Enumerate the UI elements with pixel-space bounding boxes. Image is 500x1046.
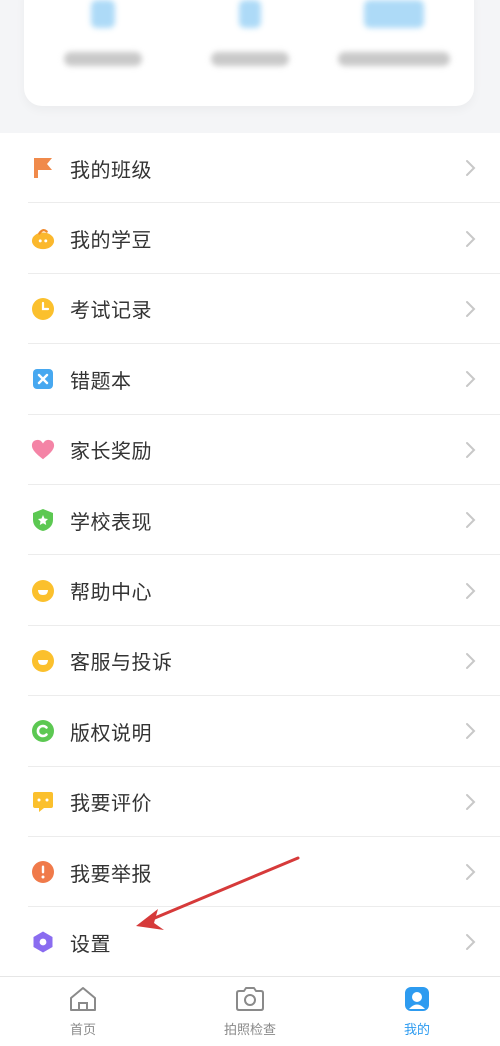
stat-1-label-blurred [64,52,142,66]
menu-label: 家长奖励 [70,439,152,464]
stats-card [24,0,474,106]
chevron-right-icon [466,652,476,669]
menu-label: 错题本 [70,368,132,393]
service-icon [31,649,55,673]
tab-photo-check[interactable]: 拍照检查 [190,985,310,1038]
menu-list: 我的班级 我的学豆 考试记录 错题本 家长奖励 学校表现 帮助中心 客服与投诉 … [0,133,500,978]
stat-2[interactable] [190,0,310,66]
stat-1-value-blurred [91,0,115,28]
menu-label: 版权说明 [70,720,152,745]
menu-item-settings[interactable]: 设置 [0,907,500,977]
chevron-right-icon [466,864,476,881]
stat-2-value-blurred [239,0,261,28]
menu-item-copyright[interactable]: 版权说明 [0,696,500,767]
menu-label: 我的学豆 [70,228,152,253]
chevron-right-icon [466,512,476,529]
error-book-icon [31,367,55,391]
menu-label: 我要举报 [70,861,152,886]
menu-label: 我的班级 [70,157,152,182]
menu-item-school-performance[interactable]: 学校表现 [0,485,500,556]
chevron-right-icon [466,793,476,810]
menu-label: 考试记录 [70,298,152,323]
menu-item-customer-service[interactable]: 客服与投诉 [0,626,500,697]
menu-label: 学校表现 [70,509,152,534]
chevron-right-icon [466,934,476,951]
report-icon [31,860,55,884]
tab-label: 拍照检查 [223,1023,276,1038]
tab-label: 我的 [403,1023,430,1038]
tab-mine[interactable]: 我的 [357,985,477,1038]
stat-3-value-blurred [364,0,424,28]
chevron-right-icon [466,230,476,247]
home-icon [70,987,96,1011]
stat-3[interactable] [334,0,454,66]
flag-icon [31,156,55,180]
chevron-right-icon [466,441,476,458]
menu-item-exam-records[interactable]: 考试记录 [0,274,500,345]
chevron-right-icon [466,582,476,599]
menu-label: 我要评价 [70,791,152,816]
menu-label: 客服与投诉 [70,650,173,675]
menu-item-rate-us[interactable]: 我要评价 [0,767,500,838]
help-icon [31,579,55,603]
camera-icon [236,987,264,1011]
chevron-right-icon [466,723,476,740]
menu-item-report[interactable]: 我要举报 [0,837,500,908]
comment-icon [31,790,55,814]
tab-home[interactable]: 首页 [23,985,143,1038]
menu-label: 设置 [70,931,111,956]
bottom-nav: 首页 拍照检查 我的 [0,976,500,1046]
stat-3-label-blurred [338,52,450,66]
heart-icon [31,438,55,462]
stat-1[interactable] [43,0,163,66]
chevron-right-icon [466,300,476,317]
bean-icon [31,227,55,251]
menu-item-parent-rewards[interactable]: 家长奖励 [0,415,500,486]
menu-label: 帮助中心 [70,580,152,605]
menu-item-help-center[interactable]: 帮助中心 [0,555,500,627]
chevron-right-icon [466,160,476,177]
copyright-icon [31,719,55,743]
stat-2-label-blurred [211,52,289,66]
shield-star-icon [31,508,55,532]
settings-icon [31,930,55,954]
tab-label: 首页 [69,1023,96,1038]
clock-icon [31,297,55,321]
menu-item-my-beans[interactable]: 我的学豆 [0,203,500,275]
menu-item-error-book[interactable]: 错题本 [0,344,500,415]
chevron-right-icon [466,371,476,388]
menu-item-my-class[interactable]: 我的班级 [0,133,500,204]
profile-icon [405,987,429,1011]
